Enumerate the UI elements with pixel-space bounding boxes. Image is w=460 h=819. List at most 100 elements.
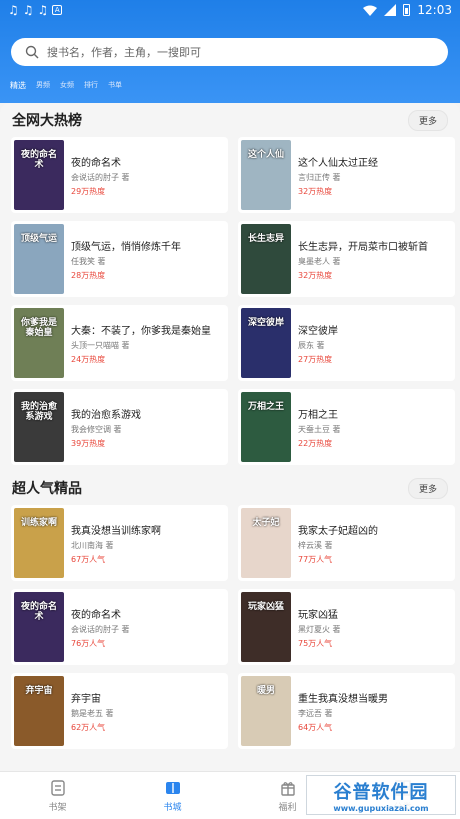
book-card[interactable]: 训练家啊 我真没想当训练家啊 北川南海 著 67万人气 (11, 505, 228, 581)
nav-label: 书城 (163, 803, 182, 813)
book-author: 李远吾 著 (298, 709, 333, 718)
book-cover[interactable]: 太子妃 (241, 508, 291, 578)
book-author: 会说话的肘子 著 (71, 625, 130, 634)
book-card[interactable]: 你爹我是秦始皇 大秦：不装了，你爹我是秦始皇 头顶一只喵喵 著 24万热度 (11, 305, 228, 381)
book-card[interactable]: 长生志异 长生志异，开局菜市口被斩首 臭墨老人 著 32万热度 (238, 221, 455, 297)
watermark-main: 谷普软件园 (333, 781, 429, 803)
battery-icon (403, 4, 411, 16)
book-card[interactable]: 夜的命名术 夜的命名术 会说话的肘子 著 29万热度 (11, 137, 228, 213)
search-input[interactable] (47, 45, 427, 59)
book-cover[interactable]: 训练家啊 (14, 508, 64, 578)
book-title: 夜的命名术 (71, 158, 121, 169)
book-title: 万相之王 (298, 410, 338, 421)
book-stat: 29万热度 (71, 187, 106, 196)
book-cover[interactable]: 玩家凶猛 (241, 592, 291, 662)
cover-title: 顶级气运 (20, 234, 57, 244)
book-stat: 22万热度 (298, 439, 333, 448)
book-cover[interactable]: 长生志异 (241, 224, 291, 294)
main-content[interactable]: 全网大热榜 更多 夜的命名术 夜的命名术 会说话的肘子 著 29万热度 这个人仙… (0, 103, 460, 771)
nav-bookshelf[interactable]: 书架 (0, 772, 115, 819)
nav-label: 福利 (278, 803, 297, 813)
cover-title: 深空彼岸 (247, 318, 284, 328)
search-bar[interactable] (11, 38, 448, 66)
book-author: 臭墨老人 著 (298, 257, 341, 266)
app-notification-icon: ♫ (37, 3, 49, 17)
book-author: 辰东 著 (298, 341, 325, 350)
book-stat: 64万人气 (298, 723, 333, 732)
book-stat: 76万人气 (71, 639, 106, 648)
tab-featured[interactable]: 精选 (10, 80, 26, 91)
app-header: ♫ ♫ ♫ A 12:03 精选 男频 女频 排行 书单 (0, 0, 460, 103)
cover-title: 我的治愈系游戏 (20, 402, 57, 423)
cover-title: 万相之王 (247, 402, 284, 412)
book-cover[interactable]: 顶级气运 (14, 224, 64, 294)
cover-title: 训练家啊 (20, 518, 57, 528)
section-title: 超人气精品 (12, 481, 82, 497)
download-notification-icon: A (52, 5, 63, 15)
more-button[interactable]: 更多 (407, 477, 448, 499)
book-author: 头顶一只喵喵 著 (71, 341, 130, 350)
more-button[interactable]: 更多 (407, 109, 448, 131)
cover-title: 夜的命名术 (20, 602, 57, 623)
nav-label: 书架 (48, 803, 67, 813)
tab-booklist[interactable]: 书单 (108, 80, 122, 91)
gift-icon (280, 782, 295, 796)
book-card[interactable]: 玩家凶猛 玩家凶猛 黑灯夏火 著 75万人气 (238, 589, 455, 665)
book-card[interactable]: 太子妃 我家太子妃超凶的 梓云溪 著 77万人气 (238, 505, 455, 581)
book-card[interactable]: 这个人仙 这个人仙太过正经 言归正传 著 32万热度 (238, 137, 455, 213)
book-stat: 39万热度 (71, 439, 106, 448)
watermark-logo: 谷普软件园 www.gupuxiazai.com (306, 775, 456, 815)
book-title: 弃宇宙 (71, 694, 101, 705)
book-author: 梓云溪 著 (298, 541, 333, 550)
book-author: 会说话的肘子 著 (71, 173, 130, 182)
book-author: 我会修空调 著 (71, 425, 122, 434)
status-time: 12:03 (417, 3, 452, 17)
search-icon (25, 45, 39, 59)
book-author: 任我笑 著 (71, 257, 106, 266)
book-open-icon (165, 782, 180, 794)
book-cover[interactable]: 深空彼岸 (241, 308, 291, 378)
tab-female[interactable]: 女频 (60, 80, 74, 91)
book-title: 玩家凶猛 (298, 610, 338, 621)
book-cover[interactable]: 夜的命名术 (14, 592, 64, 662)
bookshelf-icon (50, 780, 65, 796)
book-stat: 75万人气 (298, 639, 333, 648)
nav-bookstore[interactable]: 书城 (115, 772, 230, 819)
section-hot: 全网大热榜 更多 夜的命名术 夜的命名术 会说话的肘子 著 29万热度 这个人仙… (0, 103, 460, 465)
book-author: 天蚕土豆 著 (298, 425, 341, 434)
book-card[interactable]: 顶级气运 顶级气运，悄悄修炼千年 任我笑 著 28万热度 (11, 221, 228, 297)
app-notification-icon: ♫ (8, 3, 19, 17)
book-card[interactable]: 暖男 重生我真没想当暖男 李远吾 著 64万人气 (238, 673, 455, 749)
book-title: 我家太子妃超凶的 (298, 526, 378, 537)
section-title: 全网大热榜 (12, 113, 82, 129)
tab-ranking[interactable]: 排行 (84, 80, 98, 91)
book-cover[interactable]: 万相之王 (241, 392, 291, 462)
book-title: 深空彼岸 (298, 326, 338, 337)
book-stat: 32万热度 (298, 271, 333, 280)
tab-male[interactable]: 男频 (36, 80, 50, 91)
book-grid: 夜的命名术 夜的命名术 会说话的肘子 著 29万热度 这个人仙 这个人仙太过正经… (0, 137, 460, 465)
book-card[interactable]: 弃宇宙 弃宇宙 鹅是老五 著 62万人气 (11, 673, 228, 749)
book-stat: 28万热度 (71, 271, 106, 280)
section-popular: 超人气精品 更多 训练家啊 我真没想当训练家啊 北川南海 著 67万人气 太子妃… (0, 471, 460, 749)
book-card[interactable]: 我的治愈系游戏 我的治愈系游戏 我会修空调 著 39万热度 (11, 389, 228, 465)
book-title: 我真没想当训练家啊 (71, 526, 161, 537)
book-cover[interactable]: 夜的命名术 (14, 140, 64, 210)
book-cover[interactable]: 这个人仙 (241, 140, 291, 210)
book-card[interactable]: 夜的命名术 夜的命名术 会说话的肘子 著 76万人气 (11, 589, 228, 665)
book-cover[interactable]: 暖男 (241, 676, 291, 746)
book-stat: 24万热度 (71, 355, 106, 364)
wifi-icon (363, 5, 378, 16)
book-cover[interactable]: 我的治愈系游戏 (14, 392, 64, 462)
book-author: 黑灯夏火 著 (298, 625, 341, 634)
book-cover[interactable]: 你爹我是秦始皇 (14, 308, 64, 378)
app-notification-icon: ♫ (22, 3, 34, 17)
book-title: 我的治愈系游戏 (71, 410, 141, 421)
book-card[interactable]: 深空彼岸 深空彼岸 辰东 著 27万热度 (238, 305, 455, 381)
book-cover[interactable]: 弃宇宙 (14, 676, 64, 746)
book-stat: 62万人气 (71, 723, 106, 732)
book-card[interactable]: 万相之王 万相之王 天蚕土豆 著 22万热度 (238, 389, 455, 465)
book-title: 夜的命名术 (71, 610, 121, 621)
book-grid: 训练家啊 我真没想当训练家啊 北川南海 著 67万人气 太子妃 我家太子妃超凶的… (0, 505, 460, 749)
book-title: 长生志异，开局菜市口被斩首 (298, 242, 428, 253)
